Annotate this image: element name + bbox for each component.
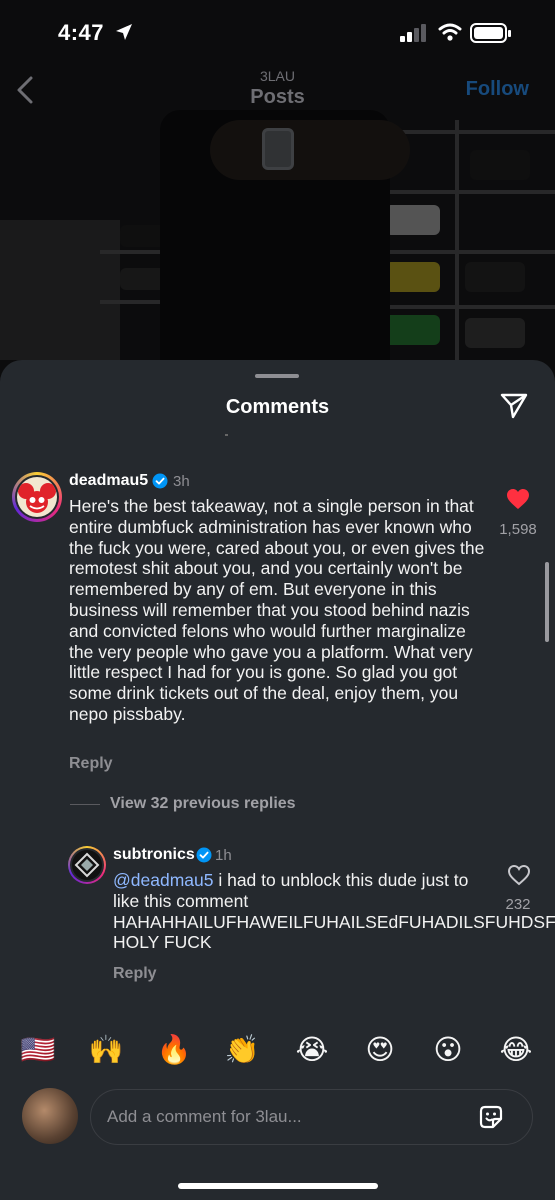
- verified-badge-icon: [152, 473, 168, 489]
- comment-username[interactable]: subtronics: [113, 846, 195, 864]
- share-send-icon[interactable]: [499, 392, 529, 420]
- deadmau5-logo-icon: [18, 483, 56, 513]
- sheet-grabber[interactable]: [255, 374, 299, 378]
- comment-input[interactable]: [90, 1089, 533, 1145]
- comment-text: @deadmau5 i had to unblock this dude jus…: [113, 870, 555, 953]
- cellular-signal-icon: [400, 24, 426, 42]
- sheet-title: Comments: [225, 396, 330, 418]
- emoji-clapping[interactable]: 👏: [222, 1030, 262, 1070]
- mention-link[interactable]: @deadmau5: [113, 870, 213, 890]
- follow-button[interactable]: Follow: [466, 78, 529, 101]
- heart-outline-icon[interactable]: [507, 864, 531, 886]
- heart-filled-icon[interactable]: [506, 488, 530, 510]
- sticker-icon[interactable]: [476, 1102, 506, 1132]
- emoji-laughing[interactable]: 😂: [496, 1030, 536, 1070]
- status-bar: 4:47: [0, 0, 555, 64]
- subtronics-logo-icon: [74, 852, 100, 878]
- verified-badge-icon: [196, 847, 212, 863]
- avatar[interactable]: [12, 472, 62, 522]
- reply-button[interactable]: Reply: [113, 965, 157, 983]
- view-previous-replies[interactable]: View 32 previous replies: [70, 793, 296, 815]
- avatar[interactable]: [68, 846, 106, 884]
- emoji-fire[interactable]: 🔥: [154, 1030, 194, 1070]
- post-header: 3LAU Posts Follow: [0, 64, 555, 120]
- emoji-heart-eyes[interactable]: 😍: [360, 1030, 400, 1070]
- comment-text: Here's the best takeaway, not a single p…: [69, 496, 485, 724]
- battery-icon: [470, 23, 511, 43]
- emoji-raised-hands[interactable]: 🙌: [86, 1030, 126, 1070]
- emoji-crying[interactable]: 😭: [292, 1030, 332, 1070]
- emoji-reaction-bar: 🇺🇸 🙌 🔥 👏 😭 😍 😮 😂: [0, 1030, 555, 1070]
- comment-time: 1h: [215, 847, 232, 864]
- like-count: 232: [505, 896, 531, 913]
- current-user-avatar: [22, 1088, 78, 1144]
- view-replies-label: View 32 previous replies: [110, 795, 296, 812]
- location-arrow-icon: [116, 24, 132, 40]
- comment-username[interactable]: deadmau5: [69, 472, 148, 490]
- home-indicator[interactable]: [178, 1183, 378, 1189]
- comment-time: 3h: [173, 473, 190, 490]
- like-count: 1,598: [499, 521, 537, 538]
- emoji-surprised[interactable]: 😮: [428, 1030, 468, 1070]
- wifi-icon: [438, 23, 462, 41]
- reply-button[interactable]: Reply: [69, 755, 113, 773]
- status-time: 4:47: [58, 20, 105, 45]
- scrollbar[interactable]: [545, 562, 549, 642]
- emoji-us-flag[interactable]: 🇺🇸: [18, 1030, 58, 1070]
